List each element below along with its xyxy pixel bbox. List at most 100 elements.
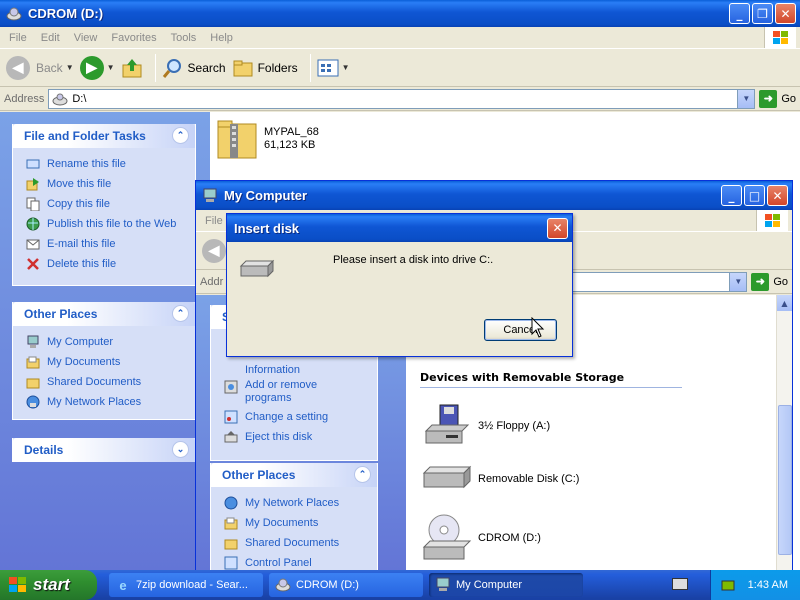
menu-tools[interactable]: Tools (164, 32, 204, 44)
my-documents-link[interactable]: My Documents (25, 352, 195, 372)
mouse-cursor-icon (531, 317, 545, 338)
up-folder-button[interactable] (121, 57, 143, 79)
scroll-thumb[interactable] (778, 405, 792, 555)
dialog-titlebar[interactable]: Insert disk ✕ (227, 214, 572, 242)
link-label: My Documents (245, 517, 319, 529)
task-label: My Computer (456, 579, 523, 591)
menu-file[interactable]: File (2, 32, 34, 44)
shared-documents-link[interactable]: Shared Documents (25, 372, 195, 392)
go-button[interactable]: ➜ Go (759, 89, 796, 108)
drive-label: 3½ Floppy (A:) (478, 420, 551, 432)
address-bar: Address D:\ ▼ ➜ Go (0, 87, 800, 111)
control-panel-icon (223, 409, 239, 425)
address-dropdown-icon[interactable]: ▼ (729, 272, 747, 291)
network-icon (25, 394, 41, 410)
drive-item-removable[interactable]: Removable Disk (C:) (422, 463, 579, 495)
shared-documents-link[interactable]: Shared Documents (223, 533, 377, 553)
forward-dropdown-icon[interactable]: ▼ (107, 63, 115, 72)
my-network-places-link[interactable]: My Network Places (25, 392, 195, 412)
address-dropdown-icon[interactable]: ▼ (737, 89, 755, 108)
toolbar-separator (154, 53, 156, 82)
my-documents-link[interactable]: My Documents (223, 513, 377, 533)
cdrom-titlebar[interactable]: CDROM (D:) _ ❐ ✕ (0, 0, 800, 27)
link-label: Eject this disk (245, 431, 313, 443)
menu-bar: File Edit View Favorites Tools Help (0, 27, 800, 49)
vertical-scrollbar[interactable]: ▲ (776, 295, 792, 570)
views-dropdown-icon[interactable]: ▼ (342, 63, 350, 72)
drive-item-floppy[interactable]: 3½ Floppy (A:) (422, 403, 550, 449)
forward-arrow-icon: ▶ (79, 55, 104, 80)
insert-disk-dialog: Insert disk ✕ Please insert a disk into … (226, 213, 573, 357)
taskbar-item-cdrom[interactable]: CDROM (D:) (269, 573, 423, 597)
keyboard-icon[interactable] (672, 578, 688, 590)
email-icon (25, 236, 41, 252)
maximize-button[interactable]: ❐ (752, 3, 773, 24)
menu-edit[interactable]: Edit (34, 32, 67, 44)
maximize-button[interactable]: □ (744, 185, 765, 206)
go-button[interactable]: ➜ Go (751, 272, 788, 291)
menu-file[interactable]: File (198, 215, 230, 227)
search-button[interactable]: Search (162, 57, 226, 79)
network-tray-icon[interactable] (720, 577, 736, 593)
cd-drive-icon (6, 6, 22, 22)
minimize-button[interactable]: _ (721, 185, 742, 206)
drive-item-cdrom[interactable]: CDROM (D:) (422, 513, 541, 563)
folders-button[interactable]: Folders (232, 57, 298, 79)
taskbar-item-browser[interactable]: e 7zip download - Sear... (109, 573, 263, 597)
file-folder-tasks-panel: File and Folder Tasks ⌃ Rename this file… (12, 124, 196, 286)
taskbar-item-mycomputer[interactable]: My Computer (429, 573, 583, 597)
email-file-link[interactable]: E-mail this file (25, 234, 195, 254)
dialog-message: Please insert a disk into drive C:. (333, 254, 494, 266)
panel-header[interactable]: Details ⌄ (13, 438, 195, 462)
close-button[interactable]: ✕ (775, 3, 796, 24)
panel-header[interactable]: File and Folder Tasks ⌃ (13, 124, 195, 148)
cancel-button[interactable]: Cancel (484, 319, 557, 341)
link-label: Information (245, 364, 301, 376)
close-button[interactable]: ✕ (767, 185, 788, 206)
back-button[interactable]: ◀ (202, 238, 226, 263)
chevron-up-icon[interactable]: ⌃ (172, 305, 189, 322)
link-label: Change a setting (245, 411, 329, 423)
close-button[interactable]: ✕ (547, 217, 568, 239)
publish-web-link[interactable]: Publish this file to the Web (25, 214, 195, 234)
file-item[interactable]: MYPAL_68 61,123 KB (214, 118, 319, 160)
minimize-button[interactable]: _ (729, 3, 750, 24)
panel-header[interactable]: Other Places ⌃ (13, 302, 195, 326)
ie-icon: e (119, 577, 127, 593)
back-button[interactable]: ◀ Back ▼ (6, 55, 74, 80)
my-computer-link[interactable]: My Computer (25, 332, 195, 352)
cdrom-drive-icon (422, 514, 472, 560)
views-button[interactable]: ▼ (317, 59, 350, 77)
menu-view[interactable]: View (67, 32, 105, 44)
my-network-places-link[interactable]: My Network Places (223, 493, 377, 513)
rename-file-link[interactable]: Rename this file (25, 154, 195, 174)
move-file-link[interactable]: Move this file (25, 174, 195, 194)
system-tray: 1:43 AM (710, 570, 800, 600)
address-input[interactable]: D:\ ▼ (48, 88, 756, 109)
chevron-up-icon[interactable]: ⌃ (354, 466, 371, 483)
clock[interactable]: 1:43 AM (748, 579, 788, 591)
back-dropdown-icon[interactable]: ▼ (66, 63, 74, 72)
chevron-up-icon[interactable]: ⌃ (172, 127, 189, 144)
control-panel-icon (223, 555, 239, 571)
add-remove-programs-link[interactable]: Add or remove programs (223, 377, 377, 407)
menu-favorites[interactable]: Favorites (104, 32, 163, 44)
disk-drive-icon (239, 259, 275, 278)
search-icon (162, 58, 181, 78)
copy-file-link[interactable]: Copy this file (25, 194, 195, 214)
shared-folder-icon (25, 374, 41, 390)
scroll-up-arrow-icon[interactable]: ▲ (777, 295, 792, 311)
eject-disk-link[interactable]: Eject this disk (223, 427, 377, 447)
forward-button[interactable]: ▶ ▼ (79, 55, 115, 80)
link-label: Move this file (47, 178, 112, 190)
menu-help[interactable]: Help (203, 32, 240, 44)
mycomputer-titlebar[interactable]: My Computer _ □ ✕ (196, 181, 792, 210)
file-size: 61,123 KB (264, 139, 316, 151)
chevron-down-icon[interactable]: ⌄ (172, 441, 189, 458)
delete-file-link[interactable]: Delete this file (25, 254, 195, 274)
system-information-link[interactable]: Information (223, 363, 377, 377)
start-button[interactable]: start (0, 570, 97, 600)
change-setting-link[interactable]: Change a setting (223, 407, 377, 427)
panel-header[interactable]: Other Places ⌃ (211, 463, 377, 487)
windows-logo-icon (756, 210, 788, 231)
